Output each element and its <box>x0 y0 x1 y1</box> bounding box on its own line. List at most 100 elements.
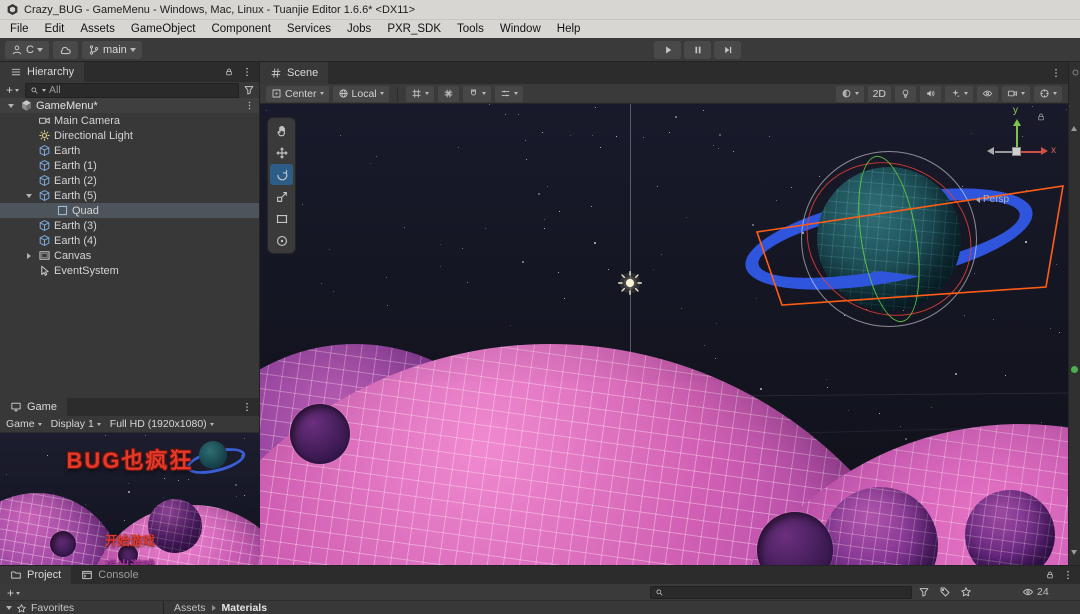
axis-center-cube[interactable] <box>1012 147 1021 156</box>
tag-icon[interactable] <box>939 586 951 598</box>
kebab-menu-icon[interactable] <box>1062 569 1074 581</box>
kebab-menu-icon[interactable] <box>241 66 253 78</box>
menu-item-services[interactable]: Services <box>279 22 339 36</box>
lock-icon[interactable] <box>1045 570 1055 580</box>
aspect-dropdown[interactable]: Full HD (1920x1080) <box>106 417 218 432</box>
visibility-toggle[interactable] <box>977 86 998 102</box>
tab-hierarchy[interactable]: Hierarchy <box>0 62 84 82</box>
tab-project[interactable]: Project <box>0 566 71 584</box>
hierarchy-item[interactable]: Main Camera <box>0 113 259 128</box>
directional-light-gizmo[interactable] <box>617 270 643 299</box>
projection-mode-toggle[interactable]: Persp <box>976 194 1009 205</box>
axis-y-label: y <box>1013 105 1018 116</box>
effects-dropdown[interactable] <box>945 86 973 102</box>
hidden-packages-toggle[interactable]: 24 <box>1022 586 1049 598</box>
2d-toggle[interactable]: 2D <box>868 86 891 102</box>
rotate-tool[interactable] <box>270 164 293 185</box>
tab-label: Hierarchy <box>27 66 74 78</box>
tab-console[interactable]: Console <box>71 566 148 584</box>
scene-viewport[interactable]: y x Persp <box>260 104 1068 565</box>
menu-item-window[interactable]: Window <box>492 22 549 36</box>
hierarchy-item[interactable]: Earth (1) <box>0 158 259 173</box>
breadcrumb-item[interactable]: Materials <box>222 602 268 614</box>
pause-button[interactable] <box>684 41 711 59</box>
grid-visibility-dropdown[interactable] <box>406 86 434 102</box>
hierarchy-item[interactable]: Earth (5) <box>0 188 259 203</box>
rect-tool[interactable] <box>270 208 293 229</box>
game-menu-item[interactable]: 退出游戏 <box>0 555 260 565</box>
hierarchy-item[interactable]: Earth (3) <box>0 218 259 233</box>
expand-arrow[interactable] <box>22 194 35 198</box>
hierarchy-item[interactable]: Earth <box>0 143 259 158</box>
account-button[interactable]: C <box>5 41 49 59</box>
game-mode-dropdown[interactable]: Game <box>2 417 46 432</box>
cloud-icon <box>59 44 72 57</box>
gizmos-dropdown[interactable] <box>1034 86 1062 102</box>
project-search-input[interactable] <box>650 586 912 599</box>
expand-arrow[interactable] <box>4 104 17 108</box>
game-preview[interactable]: BUG也疯狂 开始游戏退出游戏 <box>0 433 260 565</box>
play-button[interactable] <box>654 41 681 59</box>
hierarchy-item[interactable]: Earth (2) <box>0 173 259 188</box>
overlay-lock-icon[interactable] <box>1036 112 1046 122</box>
orientation-gizmo[interactable]: y x <box>973 108 1061 196</box>
cloud-button[interactable] <box>53 41 78 59</box>
draw-mode-dropdown[interactable] <box>836 86 864 102</box>
menu-item-jobs[interactable]: Jobs <box>339 22 379 36</box>
audio-toggle[interactable] <box>920 86 941 102</box>
tab-scene[interactable]: Scene <box>260 62 328 84</box>
hierarchy-item[interactable]: Earth (4) <box>0 233 259 248</box>
filter-icon[interactable] <box>243 84 255 96</box>
snap-settings-dropdown[interactable] <box>495 86 523 102</box>
lighting-toggle[interactable] <box>895 86 916 102</box>
hierarchy-item[interactable]: EventSystem <box>0 263 259 278</box>
star-icon[interactable] <box>960 586 972 598</box>
expand-arrow[interactable] <box>22 253 35 259</box>
star <box>525 140 526 141</box>
options-icon[interactable] <box>1071 68 1080 77</box>
hierarchy-item[interactable]: Quad <box>0 203 259 218</box>
expand-arrow-icon[interactable] <box>6 606 12 610</box>
kebab-menu-icon[interactable] <box>241 401 253 413</box>
snap-toggle[interactable] <box>438 86 459 102</box>
game-menu-item[interactable]: 开始游戏 <box>0 530 260 549</box>
move-tool[interactable] <box>270 142 293 163</box>
axis-negx-arrow-icon[interactable] <box>987 147 994 155</box>
menu-item-pxr-sdk[interactable]: PXR_SDK <box>379 22 449 36</box>
rotate-tool-icon <box>275 168 289 182</box>
step-button[interactable] <box>714 41 741 59</box>
tab-game[interactable]: Game <box>0 398 67 416</box>
menu-item-gameobject[interactable]: GameObject <box>123 22 204 36</box>
hierarchy-scene-row[interactable]: GameMenu* <box>0 98 259 113</box>
kebab-menu-icon[interactable] <box>1050 67 1062 79</box>
tool-handle-pivot-dropdown[interactable]: Center <box>266 86 329 102</box>
scroll-down-icon[interactable] <box>1071 550 1077 555</box>
menu-item-assets[interactable]: Assets <box>72 22 123 36</box>
axis-x-arrow-icon[interactable] <box>1041 147 1048 155</box>
menu-item-edit[interactable]: Edit <box>37 22 73 36</box>
create-object-button[interactable]: + <box>4 83 21 97</box>
funnel-icon[interactable] <box>918 586 930 598</box>
tool-handle-rotation-dropdown[interactable]: Local <box>333 86 389 102</box>
custom-tool[interactable] <box>270 230 293 251</box>
hierarchy-search-input[interactable]: All <box>25 83 239 98</box>
camera-dropdown[interactable] <box>1002 86 1030 102</box>
scroll-up-icon[interactable] <box>1071 126 1077 131</box>
breadcrumb-item[interactable]: Assets <box>174 602 206 614</box>
lock-icon[interactable] <box>224 67 234 77</box>
favorites-item[interactable]: Favorites <box>0 601 164 614</box>
version-control-button[interactable]: main <box>82 41 142 59</box>
snap-dropdown[interactable] <box>463 86 491 102</box>
scale-tool[interactable] <box>270 186 293 207</box>
menu-item-component[interactable]: Component <box>203 22 278 36</box>
kebab-icon[interactable] <box>244 100 255 111</box>
view-tool[interactable] <box>270 120 293 141</box>
star <box>715 358 716 359</box>
hierarchy-item[interactable]: Canvas <box>0 248 259 263</box>
menu-item-tools[interactable]: Tools <box>449 22 492 36</box>
hierarchy-item[interactable]: Directional Light <box>0 128 259 143</box>
menu-item-help[interactable]: Help <box>549 22 589 36</box>
menu-item-file[interactable]: File <box>2 22 37 36</box>
create-asset-button[interactable]: + <box>5 586 22 600</box>
display-dropdown[interactable]: Display 1 <box>47 417 105 432</box>
